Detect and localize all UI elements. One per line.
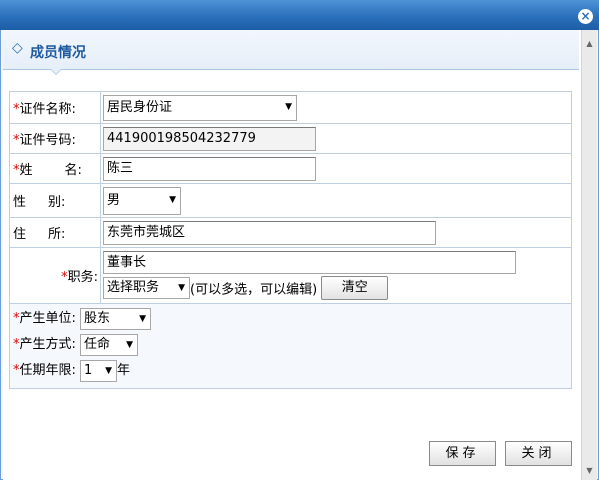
section-title: 成员情况 xyxy=(30,45,86,61)
chevron-down-icon[interactable]: ▼ xyxy=(285,96,292,118)
chevron-down-icon[interactable]: ▼ xyxy=(105,361,112,381)
address-input[interactable]: 东莞市莞城区 xyxy=(103,220,436,245)
term-label: 任期年限: xyxy=(19,363,76,378)
address-label: 住所: xyxy=(9,217,101,248)
scroll-down-icon[interactable]: ▼ xyxy=(582,463,597,478)
dialog-body: ◇ 成员情况 *证件名称: 居民身份证 ▼ *证件号码: 44190019850… xyxy=(0,30,599,480)
origin-method-label: 产生方式: xyxy=(19,337,76,352)
position-input[interactable]: 董事长 xyxy=(103,251,516,274)
origin-method-select[interactable]: 任命 ▼ xyxy=(80,333,139,356)
close-icon[interactable]: × xyxy=(578,9,593,24)
id-number-label: *证件号码: xyxy=(9,123,101,154)
clear-button[interactable]: 清空 xyxy=(321,276,389,300)
chevron-down-icon[interactable]: ▼ xyxy=(169,188,176,212)
id-type-label: *证件名称: xyxy=(9,91,101,124)
origin-unit-select[interactable]: 股东 ▼ xyxy=(80,307,152,330)
name-input[interactable]: 陈三 xyxy=(103,156,316,181)
dialog-titlebar: × xyxy=(0,0,599,30)
origin-unit-label: 产生单位: xyxy=(19,311,76,326)
id-type-select[interactable]: 居民身份证 ▼ xyxy=(103,94,297,121)
dialog-content: ◇ 成员情况 *证件名称: 居民身份证 ▼ *证件号码: 44190019850… xyxy=(3,30,581,480)
scrollbar[interactable]: ▲ ▼ xyxy=(581,30,597,480)
name-label: *姓 名: xyxy=(9,153,101,184)
origin-section: *产生单位: 股东 ▼ *产生方式: 任命 ▼ *任期年限: 1 ▼ 年 xyxy=(9,303,572,389)
chevron-down-icon[interactable]: ▼ xyxy=(178,278,185,298)
term-unit: 年 xyxy=(117,363,131,378)
diamond-icon: ◇ xyxy=(12,40,23,56)
section-header: ◇ 成员情况 xyxy=(3,30,579,70)
position-select[interactable]: 选择职务 ▼ xyxy=(103,277,190,299)
term-select[interactable]: 1 ▼ xyxy=(80,359,118,382)
position-label: *职务: xyxy=(9,247,101,304)
close-button[interactable]: 关闭 xyxy=(505,441,572,466)
scroll-up-icon[interactable]: ▲ xyxy=(582,36,597,51)
member-form: *证件名称: 居民身份证 ▼ *证件号码: 441900198504232779 xyxy=(9,91,572,389)
position-hint: (可以多选，可以编辑) xyxy=(190,282,318,298)
save-button[interactable]: 保存 xyxy=(429,441,496,466)
id-number-input[interactable]: 441900198504232779 xyxy=(103,126,316,151)
chevron-down-icon[interactable]: ▼ xyxy=(139,309,146,329)
chevron-down-icon[interactable]: ▼ xyxy=(126,335,133,355)
gender-select[interactable]: 男 ▼ xyxy=(103,186,181,215)
gender-label: 性别: xyxy=(9,183,101,218)
